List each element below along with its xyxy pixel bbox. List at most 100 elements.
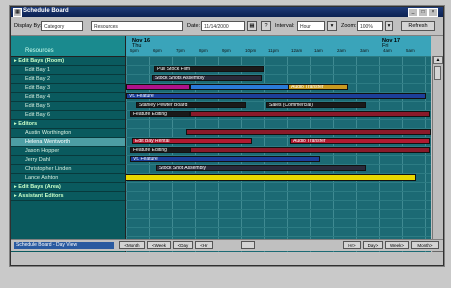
- scroll-up-icon[interactable]: ▲: [433, 56, 443, 64]
- timeline-header: Nov 16 Thu Nov 17 Fri 5pm 6pm 7pm 8pm 9pm 10p…: [126, 36, 431, 57]
- nav-next-week[interactable]: Week>: [385, 241, 409, 249]
- grid-hline: [126, 209, 431, 210]
- status-bar: Schedule Board - Day View <Month <Week <…: [11, 239, 443, 251]
- tree-item[interactable]: Helena Wentworth: [11, 138, 125, 147]
- timeline-chart[interactable]: Nov 16 Thu Nov 17 Fri 5pm 6pm 7pm 8pm 9pm 10p…: [126, 36, 431, 252]
- grid-hline: [126, 119, 431, 120]
- booking-bar[interactable]: [190, 84, 290, 90]
- booking-bar[interactable]: Vt. Feature: [130, 156, 320, 162]
- minimize-button[interactable]: _: [408, 8, 418, 17]
- time-tick: 12am: [291, 48, 303, 53]
- time-tick: 1am: [314, 48, 323, 53]
- booking-bar[interactable]: [126, 174, 416, 181]
- booking-bar[interactable]: [190, 111, 430, 117]
- booking-bar[interactable]: Audio Transfer: [288, 84, 348, 90]
- time-tick: 2am: [337, 48, 346, 53]
- vertical-scrollbar[interactable]: ▲ ▼: [432, 56, 443, 252]
- time-tick: 4am: [383, 48, 392, 53]
- tree-item-label: Jerry Dahl: [25, 157, 51, 163]
- time-tick: 11pm: [268, 48, 279, 53]
- grid-hline: [126, 200, 431, 201]
- tree-item-label: Lance Ashton: [25, 175, 59, 181]
- tree-item-label: Edit Bay 3: [25, 85, 51, 91]
- tree-group[interactable]: ▸ Editors: [11, 120, 125, 129]
- time-tick: 3am: [360, 48, 369, 53]
- resource-filter-select[interactable]: Resources: [91, 21, 183, 31]
- app-icon: ▦: [13, 8, 22, 17]
- info-icon[interactable]: ?: [261, 21, 271, 31]
- booking-bar[interactable]: Feature Editing: [130, 111, 190, 117]
- nav-prev-day[interactable]: <Day: [173, 241, 193, 249]
- time-tick: 10pm: [245, 48, 257, 53]
- time-tick: 5am: [406, 48, 415, 53]
- date-field[interactable]: 11/14/2000: [201, 21, 245, 31]
- tree-item-label: Edit Bay 6: [25, 112, 51, 118]
- interval-select[interactable]: Hour: [297, 21, 325, 31]
- resource-tree: Resources ▸ Edit Bays (Room) Edit Bay 1 Ed…: [11, 36, 126, 252]
- close-button[interactable]: ×: [428, 8, 438, 17]
- maximize-button[interactable]: □: [418, 8, 428, 17]
- nav-prev-hour[interactable]: <Hr: [195, 241, 213, 249]
- time-tick: 8pm: [199, 48, 208, 53]
- tree-item[interactable]: Edit Bay 5: [11, 102, 125, 111]
- tree-item[interactable]: Jason Hopper: [11, 147, 125, 156]
- schedule-board-window: ▦ Schedule Board _ □ × Display By: Categ…: [10, 6, 444, 266]
- display-by-select[interactable]: Category: [41, 21, 83, 31]
- booking-bar[interactable]: Feature Editing: [130, 147, 194, 153]
- tree-item-label: Assistant Editors: [18, 193, 64, 199]
- tree-rows: ▸ Edit Bays (Room) Edit Bay 1 Edit Bay 2 Ed…: [11, 57, 125, 201]
- tree-item[interactable]: Edit Bay 4: [11, 93, 125, 102]
- tree-item-label: Edit Bay 2: [25, 76, 51, 82]
- window-title: Schedule Board: [23, 8, 69, 14]
- calendar-icon[interactable]: ▦: [247, 21, 257, 31]
- nav-prev-month[interactable]: <Month: [119, 241, 145, 249]
- grid-vline: [402, 56, 403, 252]
- zoom-label: Zoom:: [341, 23, 357, 29]
- booking-bar[interactable]: Stock Shots Assembly: [152, 75, 262, 81]
- booking-bar[interactable]: [190, 147, 430, 153]
- tree-group[interactable]: ▸ Edit Bays (Area): [11, 183, 125, 192]
- booking-bar[interactable]: Edit Bay Rental: [132, 138, 252, 144]
- tree-group[interactable]: ▸ Edit Bays (Room): [11, 57, 125, 66]
- tree-item[interactable]: Austin Worthington: [11, 129, 125, 138]
- booking-bar[interactable]: Stock Shot Assembly: [156, 165, 366, 171]
- booking-bar[interactable]: Sales (Commercial): [266, 102, 366, 108]
- tree-item[interactable]: Christopher Linden: [11, 165, 125, 174]
- tree-item[interactable]: Jerry Dahl: [11, 156, 125, 165]
- grid-vline: [356, 56, 357, 252]
- time-tick: 9pm: [222, 48, 231, 53]
- zoom-dropdown-icon[interactable]: ▾: [385, 21, 393, 31]
- tree-item[interactable]: Edit Bay 6: [11, 111, 125, 120]
- nav-prev-week[interactable]: <Week: [147, 241, 171, 249]
- tree-item-label: Edit Bay 5: [25, 103, 51, 109]
- horizontal-scroll-thumb[interactable]: [241, 241, 255, 249]
- screen: ▦ Schedule Board _ □ × Display By: Categ…: [0, 0, 451, 288]
- tree-item[interactable]: Edit Bay 1: [11, 66, 125, 75]
- tree-item[interactable]: Edit Bay 2: [11, 75, 125, 84]
- nav-next-hour[interactable]: Hr>: [343, 241, 361, 249]
- booking-bar[interactable]: Audio Transfer: [290, 138, 430, 144]
- tree-item-label: Jason Hopper: [25, 148, 60, 154]
- tree-group[interactable]: ▸ Assistant Editors: [11, 192, 125, 201]
- display-by-label: Display By:: [14, 23, 42, 29]
- toolbar: Display By: Category Resources Date: 11/…: [11, 17, 443, 36]
- tree-item[interactable]: Lance Ashton: [11, 174, 125, 183]
- time-tick: 6pm: [153, 48, 162, 53]
- booking-bar[interactable]: Stanley Pewter Board: [136, 102, 246, 108]
- nav-next-day[interactable]: Day>: [363, 241, 383, 249]
- interval-dropdown-icon[interactable]: ▾: [327, 21, 337, 31]
- booking-bar[interactable]: [126, 84, 190, 90]
- time-tick: 7pm: [176, 48, 185, 53]
- booking-bar[interactable]: [186, 129, 431, 135]
- tree-header: Resources: [11, 36, 125, 57]
- scroll-thumb[interactable]: [434, 66, 441, 80]
- booking-bar[interactable]: Vt. Feature: [126, 93, 426, 99]
- schedule-grid: Resources ▸ Edit Bays (Room) Edit Bay 1 Ed…: [11, 36, 443, 256]
- tree-item[interactable]: Edit Bay 3: [11, 84, 125, 93]
- zoom-select[interactable]: 100%: [357, 21, 383, 31]
- grid-hline: [126, 182, 431, 183]
- nav-next-month[interactable]: Month>: [411, 241, 439, 249]
- refresh-button[interactable]: Refresh: [401, 21, 435, 31]
- tree-header-label: Resources: [25, 48, 54, 54]
- booking-bar[interactable]: Pull Stock Film: [154, 66, 264, 72]
